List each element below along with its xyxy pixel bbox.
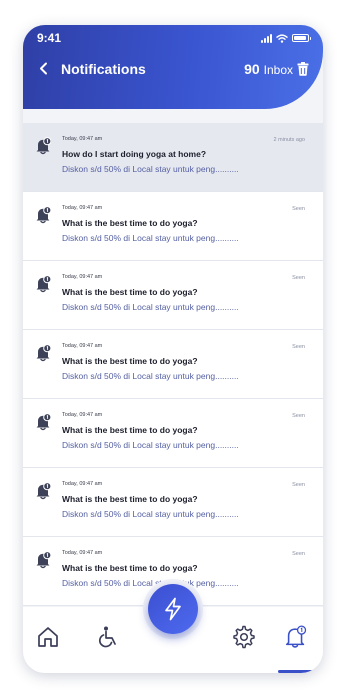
notification-title: What is the best time to do yoga? [62, 356, 198, 366]
notification-body: Diskon s/d 50% di Local stay untuk peng.… [62, 164, 239, 174]
notification-body: Diskon s/d 50% di Local stay untuk peng.… [62, 371, 239, 381]
notification-item[interactable]: Today, 09:47 am Seen What is the best ti… [23, 468, 323, 537]
notification-body: Diskon s/d 50% di Local stay untuk peng.… [62, 578, 239, 588]
chevron-left-icon [39, 62, 47, 74]
nav-accessibility[interactable] [97, 625, 121, 649]
notification-time: Today, 09:47 am [62, 343, 103, 349]
quick-action-button[interactable] [148, 584, 198, 634]
active-tab-indicator [278, 670, 314, 673]
notification-time: Today, 09:47 am [62, 550, 103, 556]
gear-icon [233, 625, 255, 649]
notification-bell-icon [36, 206, 52, 224]
notification-time: Today, 09:47 am [62, 412, 103, 418]
notification-list: Today, 09:47 am 2 minuts ago How do I st… [23, 123, 323, 606]
notification-bell-icon [36, 275, 52, 293]
notification-body: Diskon s/d 50% di Local stay untuk peng.… [62, 509, 239, 519]
status-time: 9:41 [37, 31, 62, 45]
bell-icon [285, 625, 307, 648]
battery-icon [292, 34, 311, 42]
home-icon [38, 627, 58, 647]
status-icons [261, 33, 311, 43]
status-bar: 9:41 [23, 25, 323, 51]
notification-title: What is the best time to do yoga? [62, 218, 198, 228]
notification-status: 2 minuts ago [273, 137, 306, 143]
notification-status: Seen [292, 482, 305, 488]
notification-status: Seen [292, 413, 305, 419]
notification-item[interactable]: Today, 09:47 am Seen What is the best ti… [23, 192, 323, 261]
notification-title: What is the best time to do yoga? [62, 563, 198, 573]
notification-title: What is the best time to do yoga? [62, 287, 198, 297]
nav-notifications[interactable] [284, 625, 308, 649]
back-button[interactable] [35, 60, 51, 76]
notification-bell-icon [36, 137, 52, 155]
notification-time: Today, 09:47 am [62, 136, 103, 142]
notification-item[interactable]: Today, 09:47 am 2 minuts ago How do I st… [23, 123, 323, 192]
notification-item[interactable]: Today, 09:47 am Seen What is the best ti… [23, 399, 323, 468]
notification-title: How do I start doing yoga at home? [62, 149, 207, 159]
nav-settings[interactable] [232, 625, 256, 649]
notification-status: Seen [292, 344, 305, 350]
trash-icon[interactable] [297, 62, 309, 76]
phone-screen: 9:41 Notifications 90 Inbox Today, 09:47… [23, 25, 323, 673]
notification-item[interactable]: Today, 09:47 am Seen What is the best ti… [23, 330, 323, 399]
notification-status: Seen [292, 206, 305, 212]
notification-body: Diskon s/d 50% di Local stay untuk peng.… [62, 302, 239, 312]
lightning-icon [165, 597, 181, 621]
notification-item[interactable]: Today, 09:47 am Seen What is the best ti… [23, 261, 323, 330]
notification-bell-icon [36, 551, 52, 569]
notification-status: Seen [292, 275, 305, 281]
notification-bell-icon [36, 482, 52, 500]
page-title: Notifications [61, 61, 146, 77]
inbox-counter: 90 Inbox [244, 61, 293, 77]
notification-time: Today, 09:47 am [62, 481, 103, 487]
notification-time: Today, 09:47 am [62, 205, 103, 211]
wheelchair-icon [99, 626, 116, 648]
notification-title: What is the best time to do yoga? [62, 494, 198, 504]
nav-home[interactable] [36, 625, 60, 649]
signal-icon [261, 33, 272, 43]
inbox-label: Inbox [263, 63, 293, 77]
notification-bell-icon [36, 344, 52, 362]
notification-status: Seen [292, 551, 305, 557]
wifi-icon [276, 33, 288, 43]
inbox-count: 90 [244, 61, 260, 77]
notification-bell-icon [36, 413, 52, 431]
notification-title: What is the best time to do yoga? [62, 425, 198, 435]
notification-body: Diskon s/d 50% di Local stay untuk peng.… [62, 233, 239, 243]
notification-body: Diskon s/d 50% di Local stay untuk peng.… [62, 440, 239, 450]
header: 9:41 Notifications 90 Inbox [23, 25, 323, 109]
notification-time: Today, 09:47 am [62, 274, 103, 280]
